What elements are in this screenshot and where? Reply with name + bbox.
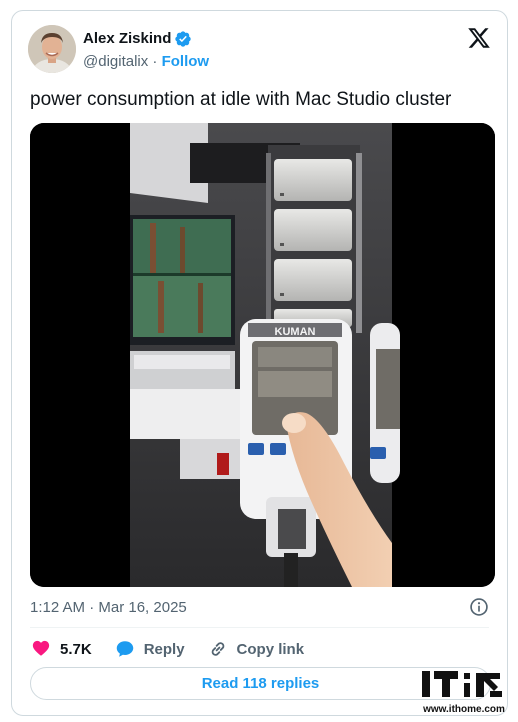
like-button[interactable]: 5.7K bbox=[30, 638, 92, 660]
tweet-card: Alex Ziskind @digitalix · Follow power c… bbox=[11, 10, 508, 716]
meter-brand: KUMAN bbox=[275, 326, 316, 338]
ithome-logo bbox=[418, 667, 510, 703]
handle-separator: · bbox=[148, 53, 162, 70]
avatar[interactable] bbox=[28, 25, 76, 73]
divider bbox=[30, 627, 489, 628]
avatar-image bbox=[28, 25, 76, 73]
speech-bubble-icon bbox=[114, 638, 136, 660]
tweet-text: power consumption at idle with Mac Studi… bbox=[30, 89, 452, 110]
follow-button[interactable]: Follow bbox=[162, 53, 210, 70]
action-bar: 5.7K Reply Copy link bbox=[30, 635, 326, 663]
reply-label: Reply bbox=[143, 640, 185, 658]
handle[interactable]: @digitalix bbox=[83, 53, 148, 70]
copy-link-button[interactable]: Copy link bbox=[207, 638, 305, 660]
heart-icon bbox=[30, 638, 52, 660]
timestamp[interactable]: 1:12 AM · Mar 16, 2025 bbox=[30, 598, 187, 618]
ithome-watermark: www.ithome.com bbox=[418, 667, 510, 716]
copy-link-label: Copy link bbox=[236, 640, 305, 658]
x-logo-icon[interactable] bbox=[467, 26, 491, 50]
handle-row: @digitalix · Follow bbox=[83, 52, 209, 72]
watermark-url: www.ithome.com bbox=[423, 704, 505, 715]
video-player[interactable]: KUMAN bbox=[30, 123, 495, 587]
info-icon[interactable] bbox=[469, 597, 489, 617]
display-name[interactable]: Alex Ziskind bbox=[83, 30, 171, 48]
verified-badge-icon bbox=[174, 30, 192, 48]
author-name-row: Alex Ziskind bbox=[83, 30, 192, 48]
video-frame: KUMAN bbox=[30, 123, 495, 587]
reply-button[interactable]: Reply bbox=[114, 638, 185, 660]
link-icon bbox=[207, 638, 229, 660]
like-count: 5.7K bbox=[60, 640, 92, 658]
